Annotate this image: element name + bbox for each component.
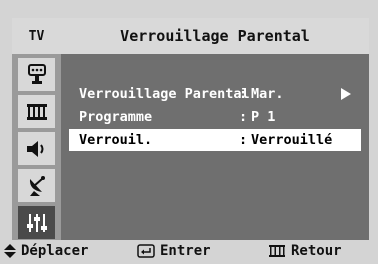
menu-title-bar: Verrouillage Parental — [61, 18, 369, 54]
sliders-icon[interactable] — [18, 206, 55, 239]
row-value: Mar. — [251, 86, 284, 102]
sidebar — [12, 54, 61, 240]
setup-icon[interactable] — [18, 58, 55, 91]
help-enter-label: Entrer — [160, 243, 211, 259]
menu-row-parental-lock[interactable]: Verrouillage Parental : Mar. — [69, 83, 361, 105]
row-separator: : — [239, 109, 248, 125]
return-icon — [269, 245, 285, 257]
up-down-arrows-icon — [4, 244, 16, 258]
channel-list-icon[interactable] — [18, 95, 55, 128]
row-value: P 1 — [251, 109, 276, 125]
row-label: Verrouil. — [79, 132, 153, 148]
help-move: Déplacer — [4, 243, 88, 259]
menu-content: Verrouillage Parental : Mar. Programme :… — [61, 54, 369, 240]
help-move-label: Déplacer — [21, 243, 89, 259]
row-label: Verrouillage Parental — [79, 86, 250, 102]
help-return-label: Retour — [291, 243, 342, 259]
help-enter: Entrer — [137, 243, 211, 259]
help-return: Retour — [268, 243, 342, 259]
enter-icon — [137, 244, 155, 258]
row-separator: : — [239, 132, 248, 148]
help-bar: Déplacer Entrer Retour — [0, 240, 378, 264]
row-value: Verrouillé — [251, 132, 333, 148]
submenu-arrow-icon — [341, 88, 351, 100]
osd-menu: TV Verrouillage Parental Verrouillage Pa… — [12, 18, 369, 240]
satellite-dish-icon[interactable] — [18, 169, 55, 202]
menu-row-programme[interactable]: Programme : P 1 — [69, 106, 361, 128]
speaker-icon[interactable] — [18, 132, 55, 165]
row-label: Programme — [79, 109, 153, 125]
page-title: Verrouillage Parental — [120, 27, 310, 45]
row-separator: : — [239, 86, 248, 102]
tv-tab-label: TV — [28, 28, 45, 44]
menu-row-lock[interactable]: Verrouil. : Verrouillé — [69, 129, 361, 151]
tv-tab[interactable]: TV — [12, 18, 61, 54]
